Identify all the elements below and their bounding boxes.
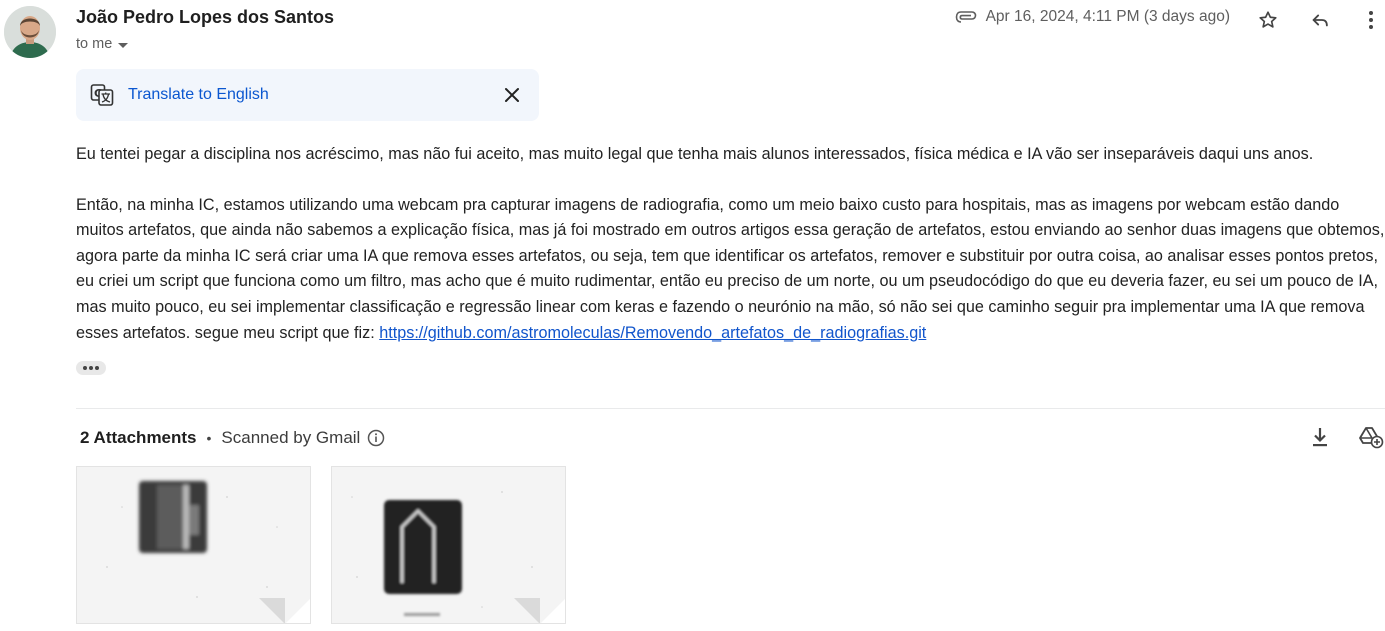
add-to-drive-button[interactable] [1358,424,1384,450]
sender-name: João Pedro Lopes dos Santos [76,7,335,27]
attachment-icon [955,11,976,23]
dot [83,366,87,370]
add-to-drive-icon [1359,427,1384,449]
attachments-header: 2 Attachments • Scanned by Gmail [80,428,385,448]
translate-icon: G [90,84,114,106]
close-icon [505,88,519,102]
attachments-count: 2 Attachments [80,428,197,447]
recipient-details-toggle[interactable]: to me [76,36,129,52]
download-all-button[interactable] [1307,424,1333,450]
scanned-label: Scanned by Gmail [221,428,361,447]
message-date: Apr 16, 2024, 4:11 PM (3 days ago) [985,8,1230,25]
dot [89,366,93,370]
separator-dot: • [206,430,212,446]
page-fold [259,598,285,623]
more-vert-icon [1369,11,1373,29]
star-button[interactable] [1256,8,1280,32]
chevron-down-icon [118,42,129,48]
body-paragraph-text: Então, na minha IC, estamos utilizando u… [76,195,1385,342]
body-paragraph: Então, na minha IC, estamos utilizando u… [76,193,1385,347]
sender-avatar[interactable] [4,6,56,58]
info-icon[interactable] [367,429,385,447]
translate-banner: G Translate to English [76,69,539,121]
dot [95,366,99,370]
reply-icon [1312,14,1328,27]
message-body: Eu tentei pegar a disciplina nos acrésci… [76,142,1385,346]
translate-close-button[interactable] [500,83,524,107]
page-corner [540,598,565,623]
attachments-divider [76,408,1385,409]
page-fold [514,598,540,623]
attachment-thumbnail-1[interactable] [76,466,311,624]
avatar-photo [4,6,56,58]
message-meta: Apr 16, 2024, 4:11 PM (3 days ago) [955,8,1230,26]
body-paragraph: Eu tentei pegar a disciplina nos acrésci… [76,145,1314,163]
github-link[interactable]: https://github.com/astromoleculas/Remove… [379,324,926,342]
attachment-thumbnail-2[interactable] [331,466,566,624]
star-icon [1259,11,1277,28]
page-corner [285,598,310,623]
reply-button[interactable] [1308,8,1332,32]
recipient-label: to me [76,36,113,52]
show-trimmed-content-button[interactable] [76,361,106,375]
more-options-button[interactable] [1359,8,1383,32]
download-all-icon [1313,428,1327,447]
translate-link[interactable]: Translate to English [128,86,269,104]
